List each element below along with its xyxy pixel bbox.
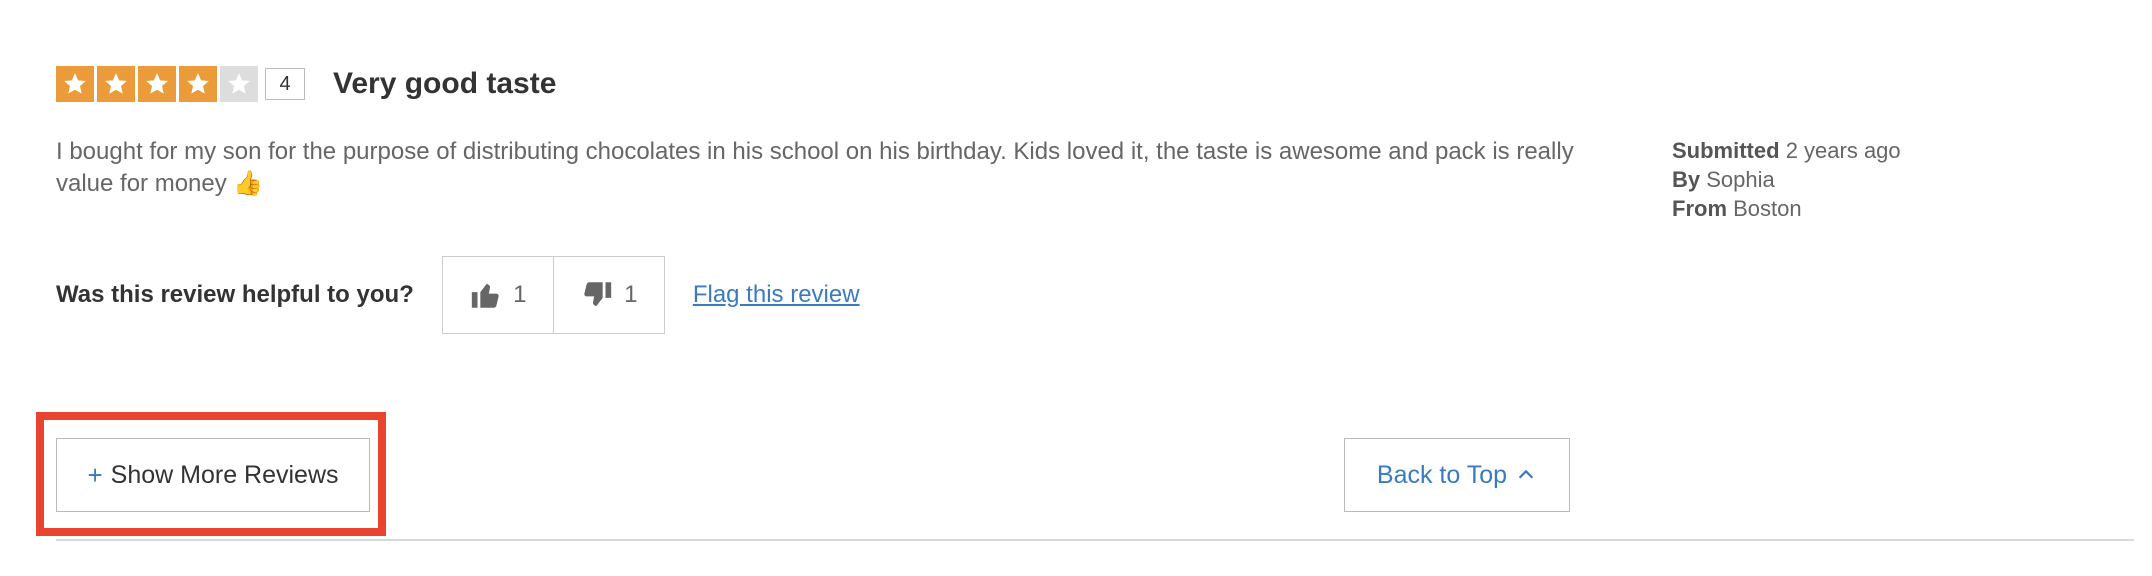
helpful-no-count: 1 (624, 281, 638, 308)
plus-icon: + (87, 459, 103, 490)
vote-buttons: 1 1 (441, 256, 665, 334)
review-text: I bought for my son for the purpose of d… (56, 138, 1574, 197)
helpful-no-button[interactable]: 1 (552, 257, 664, 333)
helpful-question: Was this review helpful to you? (56, 281, 414, 308)
rating-value-badge: 4 (265, 68, 305, 100)
location-line: From Boston (1672, 194, 1901, 223)
star-filled-icon (97, 66, 135, 102)
star-filled-icon (179, 66, 217, 102)
location-value: Boston (1733, 196, 1802, 221)
section-divider (56, 539, 2134, 541)
from-label: From (1672, 196, 1727, 221)
review-title: Very good taste (333, 67, 557, 100)
thumbs-up-icon (471, 283, 499, 308)
star-filled-icon (56, 66, 94, 102)
helpful-yes-count: 1 (513, 281, 527, 308)
star-filled-icon (138, 66, 176, 102)
helpful-yes-button[interactable]: 1 (443, 257, 553, 333)
star-empty-icon (220, 66, 258, 102)
review-card: 4 Very good taste I bought for my son fo… (0, 0, 2152, 576)
submitted-line: Submitted 2 years ago (1672, 136, 1901, 165)
back-to-top-button[interactable]: Back to Top (1344, 438, 1570, 512)
author-line: By Sophia (1672, 165, 1901, 194)
submitted-label: Submitted (1672, 138, 1780, 163)
chevron-up-icon (1518, 469, 1534, 479)
back-to-top-label: Back to Top (1376, 460, 1508, 489)
show-more-reviews-button[interactable]: + Show More Reviews (56, 438, 370, 512)
flag-review-link[interactable]: Flag this review (693, 281, 860, 309)
author-name: Sophia (1706, 167, 1775, 192)
by-label: By (1672, 167, 1701, 192)
helpful-row: Was this review helpful to you? 1 1 Flag… (56, 256, 860, 334)
show-more-label: Show More Reviews (110, 460, 339, 489)
thumbs-down-icon (584, 282, 612, 307)
submitted-value: 2 years ago (1785, 138, 1901, 163)
review-meta: Submitted 2 years ago By Sophia From Bos… (1672, 136, 1901, 223)
rating-row: 4 Very good taste (56, 66, 556, 102)
star-rating (56, 66, 261, 102)
